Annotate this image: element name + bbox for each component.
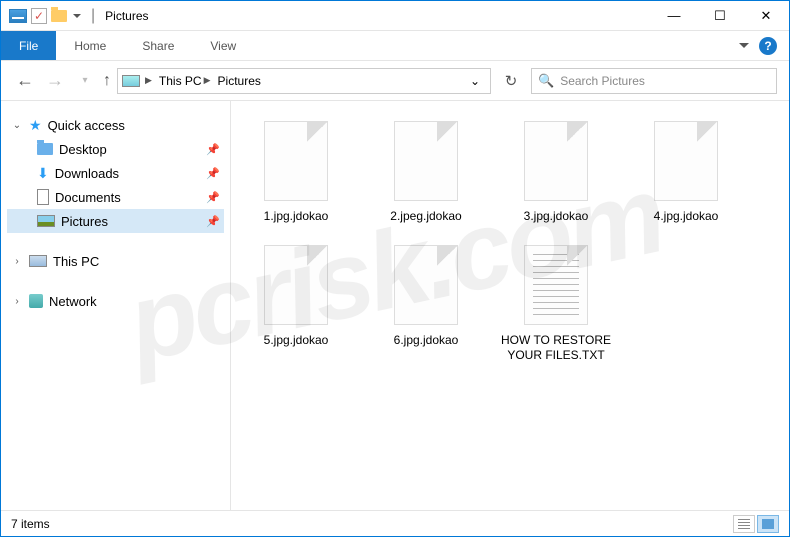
- star-icon: ★: [29, 117, 42, 134]
- tree-desktop[interactable]: Desktop📌: [7, 137, 224, 161]
- file-icon: [524, 121, 588, 201]
- file-label: HOW TO RESTORE YOUR FILES.TXT: [501, 333, 611, 364]
- file-label: 2.jpeg.jdokao: [390, 209, 461, 225]
- pictures-icon: [37, 215, 55, 227]
- breadcrumb[interactable]: This PC ▶: [157, 74, 213, 88]
- file-label: 5.jpg.jdokao: [264, 333, 329, 349]
- search-icon: 🔍: [538, 73, 554, 89]
- back-button[interactable]: ←: [13, 70, 37, 91]
- file-label: 6.jpg.jdokao: [394, 333, 459, 349]
- qat-newfolder-icon[interactable]: [51, 10, 67, 22]
- text-file-icon: [524, 245, 588, 325]
- pc-icon: [122, 75, 140, 87]
- pin-icon: 📌: [206, 143, 220, 156]
- navigation-bar: ← → ▾ ↑ ▶ This PC ▶ Pictures ⌄ ↻ 🔍 Searc…: [1, 61, 789, 101]
- search-input[interactable]: 🔍 Search Pictures: [531, 68, 777, 94]
- file-item[interactable]: 5.jpg.jdokao: [241, 245, 351, 364]
- file-tab[interactable]: File: [1, 31, 56, 60]
- pin-icon: 📌: [206, 167, 220, 180]
- file-item[interactable]: 2.jpeg.jdokao: [371, 121, 481, 225]
- navigation-tree[interactable]: ⌄ ★ Quick access Desktop📌 ⬇ Downloads📌 D…: [1, 101, 231, 511]
- window-title: Pictures: [105, 9, 148, 23]
- file-list[interactable]: 1.jpg.jdokao 2.jpeg.jdokao 3.jpg.jdokao 4.j…: [231, 101, 789, 511]
- file-icon: [654, 121, 718, 201]
- documents-icon: [37, 189, 49, 205]
- expand-icon[interactable]: ›: [11, 296, 23, 307]
- ribbon: File Home Share View ?: [1, 31, 789, 61]
- search-placeholder: Search Pictures: [560, 74, 645, 88]
- pin-icon: 📌: [206, 191, 220, 204]
- tree-pictures[interactable]: Pictures📌: [7, 209, 224, 233]
- view-details-button[interactable]: [733, 515, 755, 533]
- file-icon: [394, 245, 458, 325]
- file-icon: [394, 121, 458, 201]
- close-button[interactable]: ✕: [743, 1, 789, 31]
- expand-ribbon-icon[interactable]: [739, 43, 749, 48]
- file-item[interactable]: 3.jpg.jdokao: [501, 121, 611, 225]
- expand-icon[interactable]: ›: [11, 256, 23, 267]
- minimize-button[interactable]: —: [651, 1, 697, 31]
- refresh-button[interactable]: ↻: [497, 72, 525, 90]
- tree-this-pc[interactable]: › This PC: [7, 249, 224, 273]
- view-icons-button[interactable]: [757, 515, 779, 533]
- address-dropdown-icon[interactable]: ⌄: [464, 74, 486, 88]
- tree-downloads[interactable]: ⬇ Downloads📌: [7, 161, 224, 185]
- chevron-right-icon[interactable]: ▶: [145, 75, 152, 86]
- file-label: 3.jpg.jdokao: [524, 209, 589, 225]
- titlebar: ✓ | Pictures — ☐ ✕: [1, 1, 789, 31]
- tree-documents[interactable]: Documents📌: [7, 185, 224, 209]
- qat-properties-icon[interactable]: ✓: [31, 8, 47, 24]
- file-item[interactable]: 1.jpg.jdokao: [241, 121, 351, 225]
- tree-network[interactable]: › Network: [7, 289, 224, 313]
- downloads-icon: ⬇: [37, 165, 49, 182]
- file-label: 1.jpg.jdokao: [264, 209, 329, 225]
- file-icon: [264, 121, 328, 201]
- qat-dropdown-icon[interactable]: [73, 14, 81, 18]
- file-item[interactable]: 4.jpg.jdokao: [631, 121, 741, 225]
- title-separator: |: [91, 7, 95, 25]
- tree-quick-access[interactable]: ⌄ ★ Quick access: [7, 113, 224, 137]
- desktop-icon: [37, 143, 53, 155]
- status-bar: 7 items: [1, 510, 789, 536]
- tab-share[interactable]: Share: [124, 31, 192, 60]
- explorer-icon: [9, 9, 27, 23]
- tab-home[interactable]: Home: [56, 31, 124, 60]
- pc-icon: [29, 255, 47, 267]
- collapse-icon[interactable]: ⌄: [11, 120, 23, 131]
- breadcrumb[interactable]: Pictures: [216, 74, 263, 88]
- forward-button[interactable]: →: [43, 70, 67, 91]
- file-label: 4.jpg.jdokao: [654, 209, 719, 225]
- address-bar[interactable]: ▶ This PC ▶ Pictures ⌄: [117, 68, 491, 94]
- file-item[interactable]: HOW TO RESTORE YOUR FILES.TXT: [501, 245, 611, 364]
- network-icon: [29, 294, 43, 308]
- maximize-button[interactable]: ☐: [697, 1, 743, 31]
- help-icon[interactable]: ?: [759, 37, 777, 55]
- file-item[interactable]: 6.jpg.jdokao: [371, 245, 481, 364]
- item-count: 7 items: [11, 517, 50, 531]
- file-icon: [264, 245, 328, 325]
- recent-dropdown-icon[interactable]: ▾: [73, 75, 97, 86]
- pin-icon: 📌: [206, 215, 220, 228]
- tab-view[interactable]: View: [192, 31, 254, 60]
- up-button[interactable]: ↑: [103, 72, 111, 90]
